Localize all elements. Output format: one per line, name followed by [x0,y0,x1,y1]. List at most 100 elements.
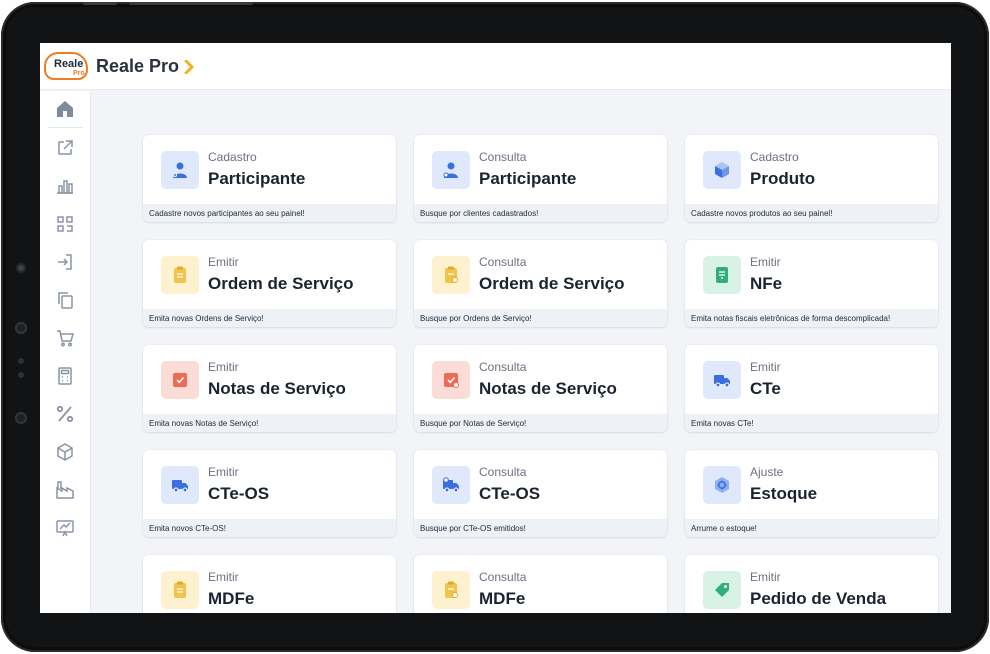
card-title: Produto [750,169,816,188]
copy-icon[interactable] [55,290,75,310]
box-icon [703,151,741,189]
stock-adjust-icon [703,466,741,504]
volume-button [83,2,117,5]
factory-icon[interactable] [55,480,75,500]
sidebar [40,91,91,613]
card-description: Emita notas fiscais eletrônicas de forma… [685,309,938,327]
card-description: Emita novos CTe-OS! [143,519,396,537]
home-icon[interactable] [55,99,75,119]
card-description: Busque por Ordens de Serviço! [414,309,667,327]
clipboard-search-icon [432,256,470,294]
card-kind: Emitir [208,360,239,374]
card-kind: Consulta [479,570,527,584]
clipboard-icon [161,571,199,609]
side-button [15,412,27,424]
card-title: Estoque [750,484,818,503]
clipboard-icon [161,256,199,294]
card-description: Busque por CTe-OS emitidos! [414,519,667,537]
login-icon[interactable] [55,252,75,272]
card-kind: Cadastro [208,150,257,164]
card-title: Participante [479,169,577,188]
card-kind: Emitir [750,255,781,269]
card-consulta-participante[interactable]: Consulta Participante Busque por cliente… [414,135,667,222]
clipboard-search-icon [432,571,470,609]
card-kind: Ajuste [750,465,784,479]
card-description: Emita novas CTe! [685,414,938,432]
card-title: Notas de Serviço [479,379,617,398]
card-title: NFe [750,274,783,293]
note-search-icon [432,361,470,399]
card-emitir-ordem-servico[interactable]: Emitir Ordem de Serviço Emita novas Orde… [143,240,396,327]
card-title: Ordem de Serviço [479,274,625,293]
card-kind: Emitir [208,465,239,479]
scan-icon[interactable] [55,214,75,234]
card-description: Emita novas Ordens de Serviço! [143,309,396,327]
card-title: MDFe [208,589,255,608]
card-kind: Emitir [750,360,781,374]
card-title: MDFe [479,589,526,608]
card-title: CTe-OS [208,484,270,503]
percent-icon[interactable] [55,404,75,424]
card-ajuste-estoque[interactable]: Ajuste Estoque Arrume o estoque! [685,450,938,537]
chevron-right-icon[interactable] [182,60,196,74]
top-bar: Reale Pro Reale Pro [40,43,951,90]
side-button [15,322,27,334]
note-check-icon [161,361,199,399]
truck-search-icon [432,466,470,504]
sensor-dot [18,358,24,364]
card-cadastro-produto[interactable]: Cadastro Produto Cadastre novos produtos… [685,135,938,222]
truck-icon [703,361,741,399]
card-kind: Consulta [479,150,527,164]
calculator-icon[interactable] [55,366,75,386]
receipt-icon [703,256,741,294]
card-title: Ordem de Serviço [208,274,354,293]
card-kind: Consulta [479,465,527,479]
app-title[interactable]: Reale Pro [96,56,179,77]
card-description: Cadastre novos produtos ao seu painel! [685,204,938,222]
card-emitir-nfe[interactable]: Emitir NFe Emita notas fiscais eletrônic… [685,240,938,327]
user-search-icon [432,151,470,189]
tag-icon [703,571,741,609]
card-description: Busque por Notas de Serviço! [414,414,667,432]
card-title: CTe-OS [479,484,541,503]
card-consulta-mdfe[interactable]: Consulta MDFe [414,555,667,613]
card-title: CTe [750,379,781,398]
sensor-dot [18,372,24,378]
card-emitir-cte-os[interactable]: Emitir CTe-OS Emita novos CTe-OS! [143,450,396,537]
card-consulta-cte-os[interactable]: Consulta CTe-OS Busque por CTe-OS emitid… [414,450,667,537]
cart-icon[interactable] [55,328,75,348]
card-title: Pedido de Venda [750,589,887,608]
card-emitir-notas-servico[interactable]: Emitir Notas de Serviço Emita novas Nota… [143,345,396,432]
card-title: Participante [208,169,306,188]
app-screen: Reale Pro Reale Pro Cadastro Participant… [40,43,951,613]
box-icon[interactable] [55,442,75,462]
camera [16,263,26,273]
card-emitir-cte[interactable]: Emitir CTe Emita novas CTe! [685,345,938,432]
card-emitir-mdfe[interactable]: Emitir MDFe [143,555,396,613]
truck-icon [161,466,199,504]
card-description: Emita novas Notas de Serviço! [143,414,396,432]
card-kind: Emitir [750,570,781,584]
card-consulta-notas-servico[interactable]: Consulta Notas de Serviço Busque por Not… [414,345,667,432]
card-cadastro-participante[interactable]: Cadastro Participante Cadastre novos par… [143,135,396,222]
card-kind: Consulta [479,255,527,269]
card-description: Arrume o estoque! [685,519,938,537]
card-consulta-ordem-servico[interactable]: Consulta Ordem de Serviço Busque por Ord… [414,240,667,327]
app-logo[interactable]: Reale Pro [43,49,89,82]
power-button [129,2,253,5]
logo-sub: Pro [73,70,85,77]
bar-chart-icon[interactable] [55,176,75,196]
card-emitir-pedido-venda[interactable]: Emitir Pedido de Venda [685,555,938,613]
card-kind: Emitir [208,570,239,584]
card-title: Notas de Serviço [208,379,346,398]
card-kind: Cadastro [750,150,799,164]
card-kind: Emitir [208,255,239,269]
card-description: Busque por clientes cadastrados! [414,204,667,222]
card-kind: Consulta [479,360,527,374]
sidebar-divider [48,127,83,128]
card-description: Cadastre novos participantes ao seu pain… [143,204,396,222]
presentation-chart-icon[interactable] [55,518,75,538]
user-plus-icon [161,151,199,189]
edit-external-icon[interactable] [55,138,75,158]
logo-word: Reale [54,58,84,70]
